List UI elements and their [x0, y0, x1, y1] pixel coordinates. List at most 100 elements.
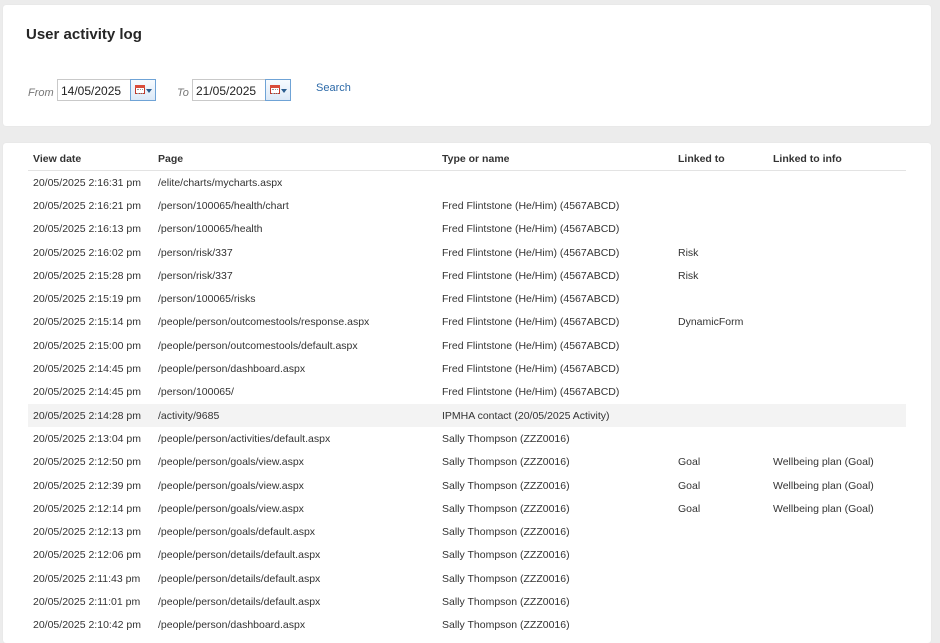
cell-linked-to — [673, 427, 768, 450]
calendar-icon — [135, 85, 145, 94]
cell-page: /people/person/outcomestools/response.as… — [158, 316, 370, 329]
table-row[interactable]: 20/05/2025 2:10:42 pm/people/person/dash… — [28, 614, 906, 637]
cell-page: /person/risk/337 — [158, 246, 233, 259]
cell-linked-to — [673, 544, 768, 567]
table-row[interactable]: 20/05/2025 2:16:31 pm/elite/charts/mycha… — [28, 171, 906, 195]
from-label: From — [28, 87, 54, 99]
cell-page: /people/person/goals/view.aspx — [158, 502, 304, 515]
cell-type-or-name: Fred Flintstone (He/Him) (4567ABCD) — [442, 339, 620, 352]
table-row[interactable]: 20/05/2025 2:15:14 pm/people/person/outc… — [28, 311, 906, 334]
table-row[interactable]: 20/05/2025 2:14:45 pm/person/100065/Fred… — [28, 381, 906, 404]
table-row[interactable]: 20/05/2025 2:16:13 pm/person/100065/heal… — [28, 218, 906, 241]
cell-type-or-name: Fred Flintstone (He/Him) (4567ABCD) — [442, 246, 620, 259]
table-row[interactable]: 20/05/2025 2:13:04 pm/people/person/acti… — [28, 427, 906, 450]
table-row[interactable]: 20/05/2025 2:15:28 pm/person/risk/337 Fre… — [28, 264, 906, 287]
cell-view-date: 20/05/2025 2:12:50 pm — [33, 456, 142, 469]
cell-page: /people/person/details/default.aspx — [158, 572, 321, 585]
cell-linked-to-info — [768, 403, 906, 428]
cell-view-date: 20/05/2025 2:16:13 pm — [33, 223, 142, 236]
table-header-row: View date Page Type or name Linked to Li… — [28, 147, 906, 171]
table-row[interactable]: 20/05/2025 2:16:02 pm/person/risk/337 Fre… — [28, 241, 906, 264]
cell-linked-to-info — [768, 241, 906, 264]
cell-linked-to — [673, 334, 768, 357]
from-date-value: 14/05/2025 — [61, 84, 122, 98]
cell-view-date: 20/05/2025 2:10:42 pm — [33, 619, 142, 632]
to-date-picker-button[interactable] — [265, 79, 291, 101]
cell-view-date: 20/05/2025 2:12:06 pm — [33, 549, 142, 562]
table-row[interactable]: 20/05/2025 2:15:19 pm/person/100065/risk… — [28, 287, 906, 310]
filter-panel: User activity log From 14/05/2025 To 21/… — [3, 5, 931, 126]
cell-linked-to-info: Wellbeing plan (Goal) — [773, 502, 874, 515]
from-date-picker-button[interactable] — [130, 79, 156, 101]
column-header-linked-to-info[interactable]: Linked to info — [768, 147, 906, 171]
cell-linked-to — [673, 520, 768, 543]
cell-linked-to-info — [768, 311, 906, 334]
activity-log-table: View date Page Type or name Linked to Li… — [28, 147, 906, 637]
table-row[interactable]: 20/05/2025 2:12:14 pm/people/person/goal… — [28, 497, 906, 520]
cell-page: /people/person/details/default.aspx — [158, 595, 321, 608]
cell-linked-to-info: Wellbeing plan (Goal) — [773, 456, 874, 469]
table-row[interactable]: 20/05/2025 2:16:21 pm/person/100065/heal… — [28, 194, 906, 217]
cell-linked-to: Goal — [678, 502, 701, 515]
cell-page: /people/person/activities/default.aspx — [158, 432, 331, 445]
table-row[interactable]: 20/05/2025 2:11:01 pm/people/person/deta… — [28, 590, 906, 613]
table-row[interactable]: 20/05/2025 2:14:45 pm/people/person/dash… — [28, 357, 906, 380]
cell-type-or-name: IPMHA contact (20/05/2025 Activity) — [437, 403, 673, 428]
cell-type-or-name: Fred Flintstone (He/Him) (4567ABCD) — [442, 269, 620, 282]
cell-page: /people/person/outcomestools/default.asp… — [158, 339, 358, 352]
activity-table-panel: View date Page Type or name Linked to Li… — [3, 143, 931, 643]
cell-linked-to-info — [768, 171, 906, 195]
cell-linked-to-info — [768, 287, 906, 310]
cell-linked-to — [673, 218, 768, 241]
cell-linked-to — [673, 614, 768, 637]
cell-linked-to-info — [768, 194, 906, 217]
cell-type-or-name: Fred Flintstone (He/Him) (4567ABCD) — [442, 199, 620, 212]
cell-linked-to: Goal — [678, 456, 701, 469]
cell-view-date: 20/05/2025 2:15:28 pm — [33, 269, 142, 282]
cell-page: /person/100065/health/chart — [158, 199, 289, 212]
cell-type-or-name: Fred Flintstone (He/Him) (4567ABCD) — [442, 223, 620, 236]
cell-page: /person/100065/ — [158, 386, 234, 399]
column-header-type-or-name[interactable]: Type or name — [437, 147, 673, 171]
cell-view-date: 20/05/2025 2:13:04 pm — [33, 432, 142, 445]
table-row[interactable]: 20/05/2025 2:12:06 pm/people/person/deta… — [28, 544, 906, 567]
to-date-value: 21/05/2025 — [196, 84, 257, 98]
cell-type-or-name: Sally Thompson (ZZZ0016) — [442, 479, 570, 492]
cell-page: /people/person/goals/default.aspx — [158, 526, 316, 539]
page-title: User activity log — [26, 26, 142, 43]
table-row[interactable]: 20/05/2025 2:11:43 pm/people/person/deta… — [28, 567, 906, 590]
cell-type-or-name: Sally Thompson (ZZZ0016) — [442, 549, 570, 562]
search-link[interactable]: Search — [316, 82, 351, 94]
column-header-linked-to[interactable]: Linked to — [673, 147, 768, 171]
cell-view-date: 20/05/2025 2:11:43 pm — [33, 572, 141, 585]
cell-linked-to-info — [768, 567, 906, 590]
cell-view-date: 20/05/2025 2:15:19 pm — [33, 293, 142, 306]
cell-page: /elite/charts/mycharts.aspx — [158, 176, 283, 189]
table-row[interactable]: 20/05/2025 2:14:28 pm/activity/9685 IPMHA… — [28, 403, 906, 428]
cell-linked-to: Risk — [678, 269, 699, 282]
cell-linked-to-info — [768, 334, 906, 357]
column-header-page[interactable]: Page — [153, 147, 437, 171]
table-row[interactable]: 20/05/2025 2:12:13 pm/people/person/goal… — [28, 520, 906, 543]
cell-page: /people/person/goals/view.aspx — [158, 456, 304, 469]
cell-linked-to-info — [768, 381, 906, 404]
cell-linked-to-info — [768, 357, 906, 380]
cell-page: /people/person/goals/view.aspx — [158, 479, 304, 492]
cell-page: /people/person/dashboard.aspx — [158, 363, 306, 376]
cell-type-or-name: Fred Flintstone (He/Him) (4567ABCD) — [442, 316, 620, 329]
cell-type-or-name: Fred Flintstone (He/Him) (4567ABCD) — [442, 386, 620, 399]
cell-linked-to-info — [768, 520, 906, 543]
cell-view-date: 20/05/2025 2:15:00 pm — [33, 339, 142, 352]
cell-linked-to — [673, 194, 768, 217]
cell-type-or-name: Fred Flintstone (He/Him) (4567ABCD) — [442, 293, 620, 306]
table-row[interactable]: 20/05/2025 2:12:50 pm/people/person/goal… — [28, 451, 906, 474]
cell-type-or-name: Sally Thompson (ZZZ0016) — [442, 526, 570, 539]
cell-linked-to — [673, 590, 768, 613]
cell-linked-to-info — [768, 544, 906, 567]
from-date-field[interactable]: 14/05/2025 — [57, 79, 156, 101]
column-header-view-date[interactable]: View date — [28, 147, 153, 171]
table-row[interactable]: 20/05/2025 2:12:39 pm/people/person/goal… — [28, 474, 906, 497]
to-date-field[interactable]: 21/05/2025 — [192, 79, 291, 101]
table-row[interactable]: 20/05/2025 2:15:00 pm/people/person/outc… — [28, 334, 906, 357]
cell-linked-to — [673, 567, 768, 590]
